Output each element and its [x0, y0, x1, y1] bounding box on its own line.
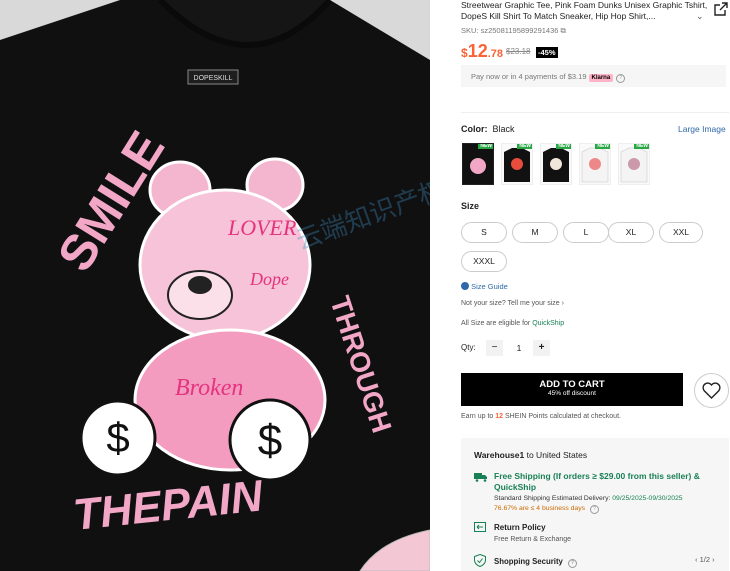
chevron-left-icon[interactable]: ‹ — [695, 555, 698, 564]
warehouse-name: Warehouse1 — [474, 450, 525, 460]
tshirt-graphic: DOPESKILL $ $ LOVER Dope Broken SMILE TH… — [0, 0, 430, 571]
discount-badge: -45% — [536, 47, 558, 58]
points-note: Earn up to 12 SHEIN Points calculated at… — [461, 413, 621, 420]
color-swatch-4[interactable]: NEW — [579, 143, 611, 185]
qty-minus-button[interactable]: − — [486, 340, 503, 356]
return-icon — [474, 522, 486, 532]
swatch-thumb-icon — [463, 144, 493, 184]
size-option-s[interactable]: S — [461, 222, 507, 243]
color-swatch-5[interactable]: NEW — [618, 143, 650, 185]
size-guide-label: Size Guide — [471, 282, 508, 291]
price-integer: 12 — [467, 41, 488, 61]
points-count: 12 — [495, 413, 504, 420]
color-label: Color: — [461, 124, 488, 134]
wishlist-button[interactable] — [694, 373, 729, 408]
points-suffix: SHEIN Points calculated at checkout. — [505, 413, 621, 420]
shipping-box: Warehouse1 to United States Free Shippin… — [461, 438, 729, 571]
chevron-right-icon: › — [561, 300, 564, 307]
ship-rate-text: 76.67% are ≤ 4 business days — [494, 505, 586, 512]
size-option-xl[interactable]: XL — [608, 222, 654, 243]
product-main-image[interactable]: DOPESKILL $ $ LOVER Dope Broken SMILE TH… — [0, 0, 430, 571]
warehouse-row: Warehouse1 to United States — [474, 450, 587, 460]
standard-shipping-dates: 09/25/2025-09/30/2025 — [612, 495, 683, 502]
eligible-text: All Size are eligible for — [461, 320, 531, 327]
bear-text-lover: LOVER — [227, 215, 297, 240]
sale-price: $12.78 — [461, 41, 503, 62]
installment-text: Pay now or in 4 payments of $3.19 — [471, 72, 587, 81]
color-swatch-1[interactable]: NEW — [462, 143, 494, 185]
standard-shipping-row: Standard Shipping Estimated Delivery: 09… — [494, 495, 683, 502]
large-image-link[interactable]: Large Image — [678, 124, 726, 134]
bear-text-dope: Dope — [249, 269, 289, 289]
color-swatch-2[interactable]: NEW — [501, 143, 533, 185]
sku-value: SKU: sz25081195899291436 — [461, 26, 559, 35]
swatch-thumb-icon — [580, 144, 610, 184]
shopping-security-label: Shopping Security — [494, 557, 563, 566]
truck-icon — [474, 473, 487, 482]
heart-icon — [702, 382, 721, 399]
add-to-cart-sub: 45% off discount — [548, 390, 596, 397]
collar-label: DOPESKILL — [194, 75, 233, 82]
free-shipping-text: Free Shipping (If orders ≥ $29.00 from t… — [494, 471, 700, 492]
add-to-cart-label: ADD TO CART — [539, 379, 605, 390]
share-icon[interactable] — [714, 2, 728, 16]
new-badge: NEW — [556, 143, 571, 149]
help-icon[interactable]: ? — [616, 74, 626, 83]
swatch-thumb-icon — [619, 144, 649, 184]
qty-value[interactable]: 1 — [510, 340, 528, 356]
qty-label: Qty: — [461, 343, 476, 352]
qty-plus-button[interactable]: + — [533, 340, 550, 356]
price-currency: $ — [461, 46, 468, 60]
divider — [461, 112, 729, 113]
shield-icon — [474, 554, 486, 567]
sku-text: SKU: sz25081195899291436 ⧉ — [461, 26, 566, 36]
copy-icon[interactable]: ⧉ — [561, 26, 566, 35]
help-icon[interactable]: ? — [568, 559, 578, 568]
ship-rate: 76.67% are ≤ 4 business days ? — [494, 505, 599, 514]
standard-shipping-label: Standard Shipping Estimated Delivery: — [494, 495, 611, 502]
size-option-m[interactable]: M — [512, 222, 558, 243]
ruler-icon — [461, 282, 469, 290]
color-label-row: Color: Black — [461, 124, 515, 134]
return-sub-text: Free Return & Exchange — [494, 536, 572, 543]
quickship-label: QuickShip — [532, 320, 565, 327]
bear-dollar-left: $ — [106, 414, 129, 461]
quickship-note: All Size are eligible for QuickShip — [461, 320, 564, 327]
help-icon[interactable]: ? — [589, 505, 599, 514]
points-prefix: Earn up to — [461, 413, 494, 420]
shopping-security-row[interactable]: Shopping Security ? — [494, 557, 578, 568]
security-pager[interactable]: ‹ 1/2 › — [695, 555, 715, 564]
klarna-badge: Klarna — [588, 74, 614, 82]
product-info-panel: Streetwear Graphic Tee, Pink Foam Dunks … — [430, 0, 730, 571]
color-value: Black — [492, 124, 515, 134]
new-badge: NEW — [517, 143, 532, 149]
size-label: Size — [461, 201, 480, 211]
swatch-thumb-icon — [502, 144, 532, 184]
chevron-right-icon[interactable]: › — [712, 555, 715, 564]
original-price: $23.18 — [506, 47, 531, 56]
bear-dollar-right: $ — [258, 416, 282, 465]
swatch-thumb-icon — [541, 144, 571, 184]
size-option-l[interactable]: L — [563, 222, 609, 243]
pager-text: 1/2 — [699, 555, 711, 564]
return-policy-link[interactable]: Return Policy — [494, 523, 546, 532]
new-badge: NEW — [634, 143, 649, 149]
not-your-size-text: Not your size? Tell me your size — [461, 300, 560, 307]
new-badge: NEW — [478, 143, 493, 149]
price-decimal: .78 — [487, 48, 504, 60]
bear-text-broken: Broken — [175, 375, 243, 401]
size-guide-link[interactable]: Size Guide — [461, 282, 508, 291]
size-option-xxl[interactable]: XXL — [659, 222, 703, 243]
ship-to: to United States — [526, 450, 588, 460]
size-option-xxxl[interactable]: XXXL — [461, 251, 507, 272]
installment-box[interactable]: Pay now or in 4 payments of $3.19 Klarna? — [461, 65, 726, 87]
not-your-size-link[interactable]: Not your size? Tell me your size › — [461, 300, 564, 307]
new-badge: NEW — [595, 143, 610, 149]
color-swatch-3[interactable]: NEW — [540, 143, 572, 185]
chevron-down-icon[interactable]: ⌄ — [696, 11, 704, 22]
product-title: Streetwear Graphic Tee, Pink Foam Dunks … — [461, 0, 708, 21]
add-to-cart-button[interactable]: ADD TO CART 45% off discount — [461, 373, 683, 406]
